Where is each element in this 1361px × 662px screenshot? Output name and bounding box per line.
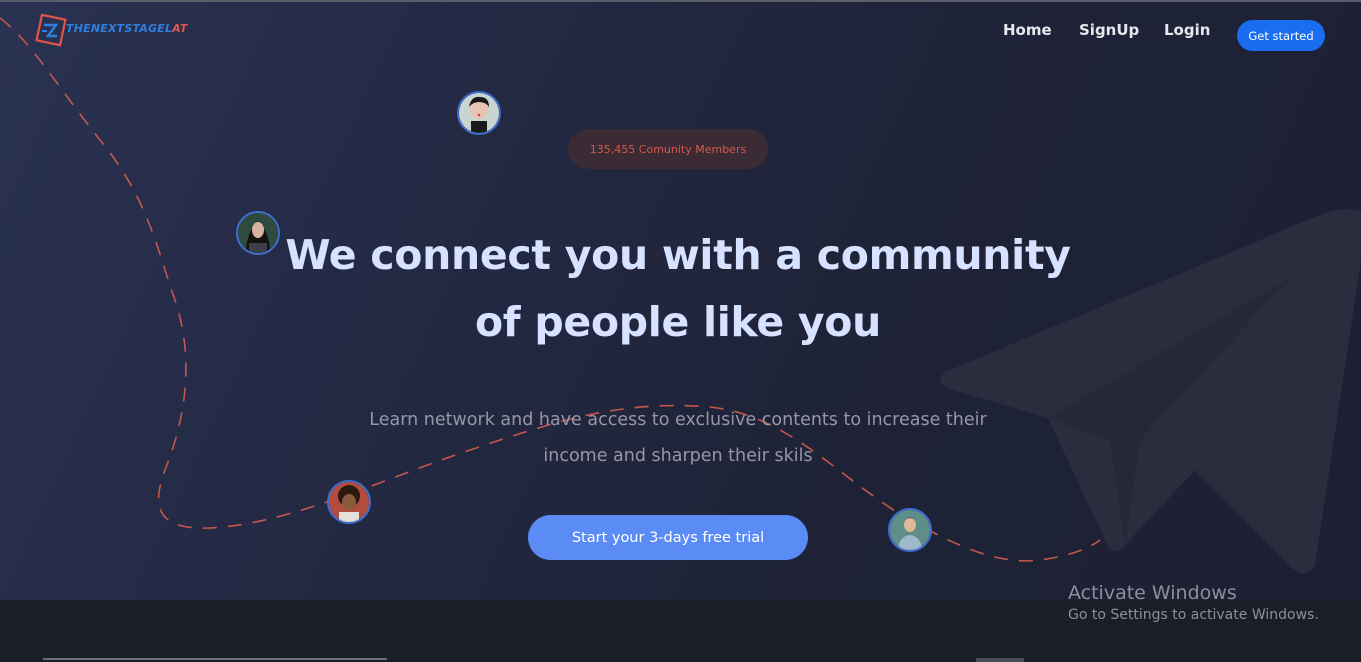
activate-windows-subtitle: Go to Settings to activate Windows.: [1068, 607, 1319, 623]
avatar-woman-1: [457, 91, 501, 135]
hero-subtext-line-1: Learn network and have access to exclusi…: [369, 410, 987, 430]
free-trial-button[interactable]: Start your 3-days free trial: [528, 515, 808, 560]
hero-subtext: Learn network and have access to exclusi…: [330, 402, 1026, 474]
hero-headline-line-1: We connect you with a community: [285, 231, 1071, 279]
nav-home-link[interactable]: Home: [1003, 21, 1052, 39]
hero-headline-line-2: of people like you: [474, 298, 882, 346]
get-started-button[interactable]: Get started: [1237, 20, 1325, 51]
logo-text-accent: AT: [172, 22, 188, 35]
next-section-element-right: [976, 658, 1024, 662]
avatar-man-2: [888, 508, 932, 552]
activate-windows-title: Activate Windows: [1068, 582, 1237, 604]
avatar-man-1: [327, 480, 371, 524]
hero-headline: We connect you with a community of peopl…: [200, 222, 1156, 356]
nav-signup-link[interactable]: SignUp: [1079, 21, 1139, 39]
hero-section: THENEXTSTAGELAT Home SignUp Login Get st…: [0, 0, 1361, 600]
nav-login-link[interactable]: Login: [1164, 21, 1210, 39]
next-section-element-left: [43, 658, 387, 660]
community-members-badge: 135,455 Comunity Members: [568, 129, 768, 169]
logo-text-main: THENEXTSTAGEL: [66, 22, 173, 35]
logo-text[interactable]: THENEXTSTAGELAT: [66, 22, 188, 35]
hero-subtext-line-2: income and sharpen their skils: [543, 446, 813, 466]
